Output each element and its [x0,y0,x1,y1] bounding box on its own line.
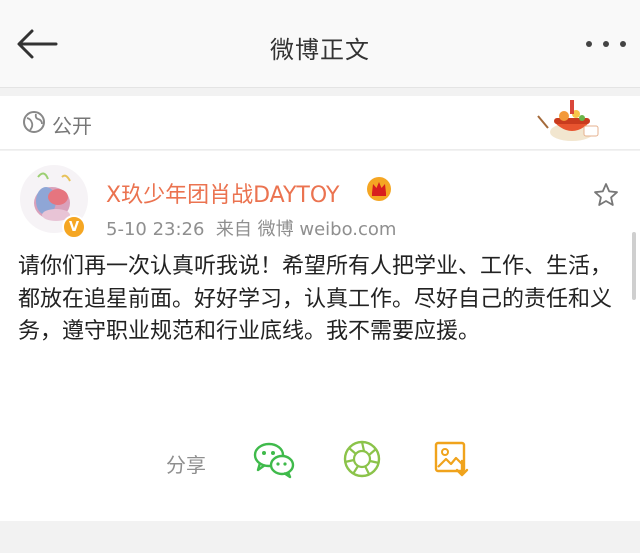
more-options-button[interactable] [586,36,626,52]
weibo-post: V X玖少年团肖战DAYTOY 5-10 23:26 来自 微博 weibo.c… [0,151,640,521]
crown-icon [367,177,391,201]
hotpot-decoration-icon [537,100,599,141]
share-label: 分享 [166,453,206,477]
page-title: 微博正文 [270,36,370,64]
top-bar: 微博正文 [0,0,640,88]
verified-badge: V [62,215,86,239]
moments-share-icon[interactable] [342,439,382,479]
dot-icon [603,41,609,47]
scrollbar[interactable] [632,232,636,300]
post-source: 来自 微博 weibo.com [215,219,397,240]
share-actions: 分享 [0,435,640,485]
post-meta: 5-10 23:26 来自 微博 weibo.com [106,215,396,241]
globe-icon [23,111,45,133]
dot-icon [586,41,592,47]
author-name[interactable]: X玖少年团肖战DAYTOY [106,177,339,209]
post-content: 请你们再一次认真听我说！希望所有人把学业、工作、生活，都放在追星前面。好好学习，… [18,254,613,344]
dot-icon [620,41,626,47]
save-image-icon[interactable] [432,439,472,479]
post-time: 5-10 23:26 [106,219,205,240]
footer-strip [0,529,640,553]
visibility-label: 公开 [52,114,92,138]
wechat-share-icon[interactable] [252,439,296,479]
favorite-star-icon[interactable] [592,181,620,209]
visibility-bar: 公开 [0,96,640,150]
